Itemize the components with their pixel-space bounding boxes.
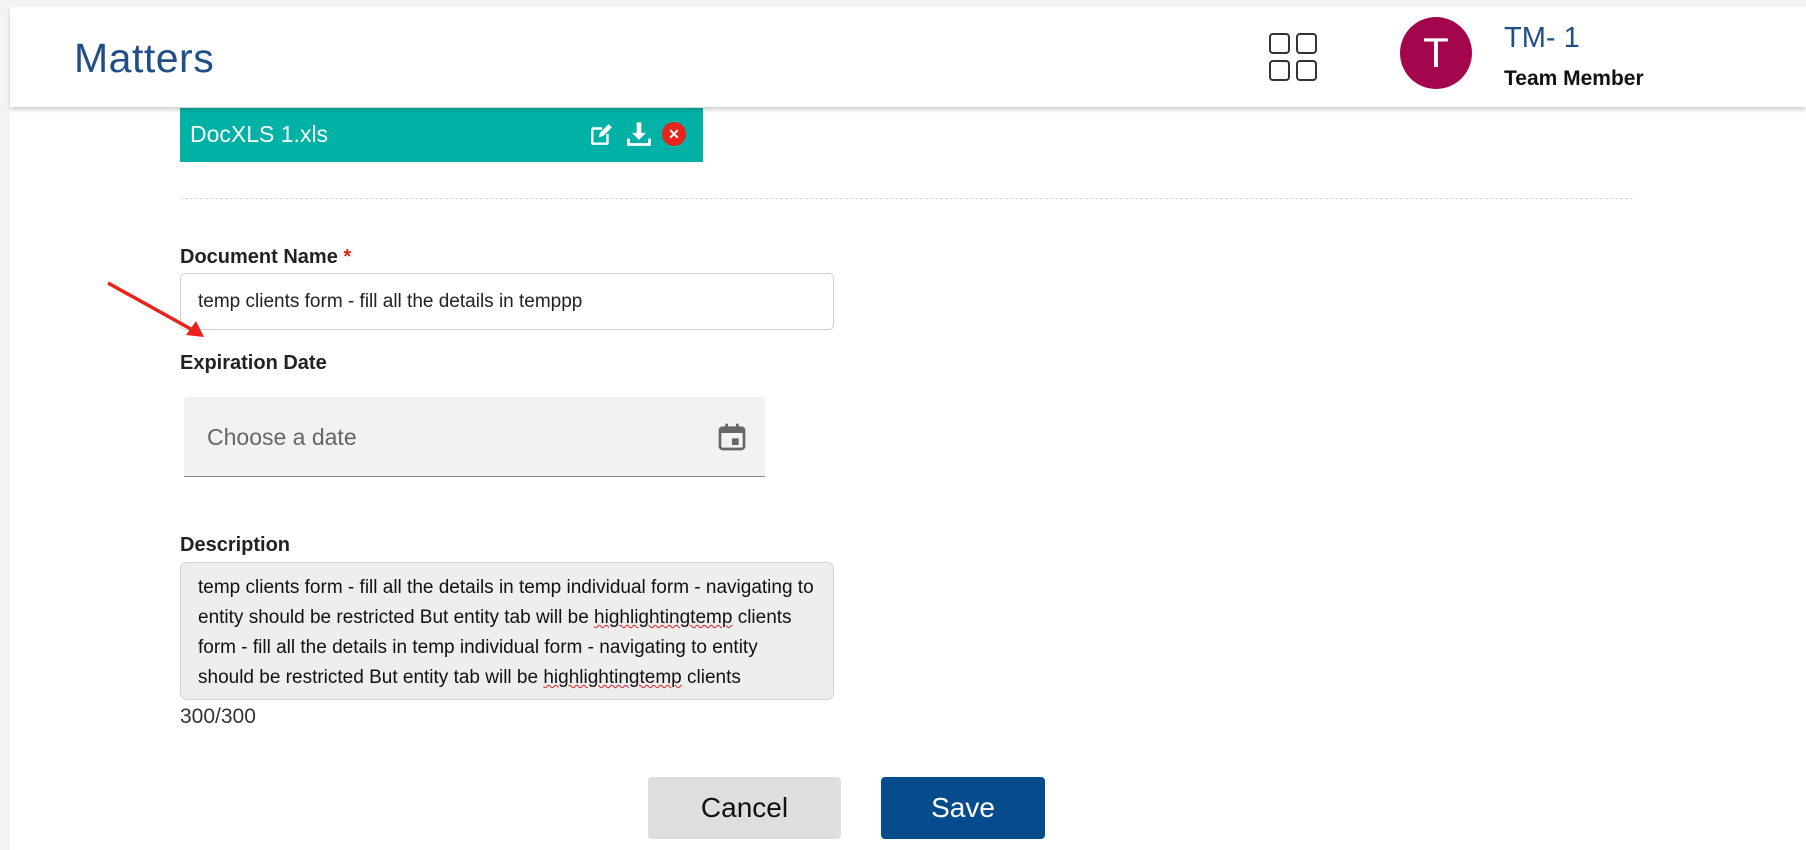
description-text: clients: [681, 667, 741, 688]
save-button[interactable]: Save: [881, 777, 1045, 839]
edit-icon[interactable]: [588, 122, 614, 148]
description-label: Description: [180, 534, 291, 556]
description-textarea[interactable]: temp clients form - fill all the details…: [180, 562, 834, 700]
cancel-button[interactable]: Cancel: [648, 777, 841, 839]
spelling-error-word: highlightingtemp: [594, 607, 733, 628]
grid-icon[interactable]: [1269, 33, 1321, 85]
user-role: Team Member: [1504, 67, 1644, 90]
section-divider: [180, 198, 1633, 199]
app-title: Matters: [74, 35, 215, 81]
annotation-arrow-icon: [107, 281, 204, 337]
remove-icon[interactable]: ✕: [662, 122, 686, 146]
download-icon[interactable]: [625, 120, 653, 148]
file-name: DocXLS 1.xls: [190, 121, 329, 147]
character-counter: 300/300: [180, 705, 256, 728]
document-name-label-text: Document Name: [180, 246, 338, 268]
calendar-icon[interactable]: [716, 421, 748, 453]
top-header: Matters T TM- 1 Team Member: [10, 7, 1806, 107]
spelling-error-word: highlightingtemp: [543, 667, 682, 688]
expiration-date-label: Expiration Date: [180, 352, 327, 374]
avatar[interactable]: T: [1400, 17, 1472, 89]
attached-file-bar: DocXLS 1.xls ✕: [180, 108, 703, 162]
document-name-label: Document Name *: [180, 246, 351, 269]
user-name[interactable]: TM- 1: [1504, 22, 1580, 55]
expiration-date-field[interactable]: Choose a date: [184, 397, 765, 477]
required-marker: *: [343, 246, 352, 268]
date-placeholder: Choose a date: [207, 424, 357, 450]
document-name-input[interactable]: [180, 273, 834, 330]
